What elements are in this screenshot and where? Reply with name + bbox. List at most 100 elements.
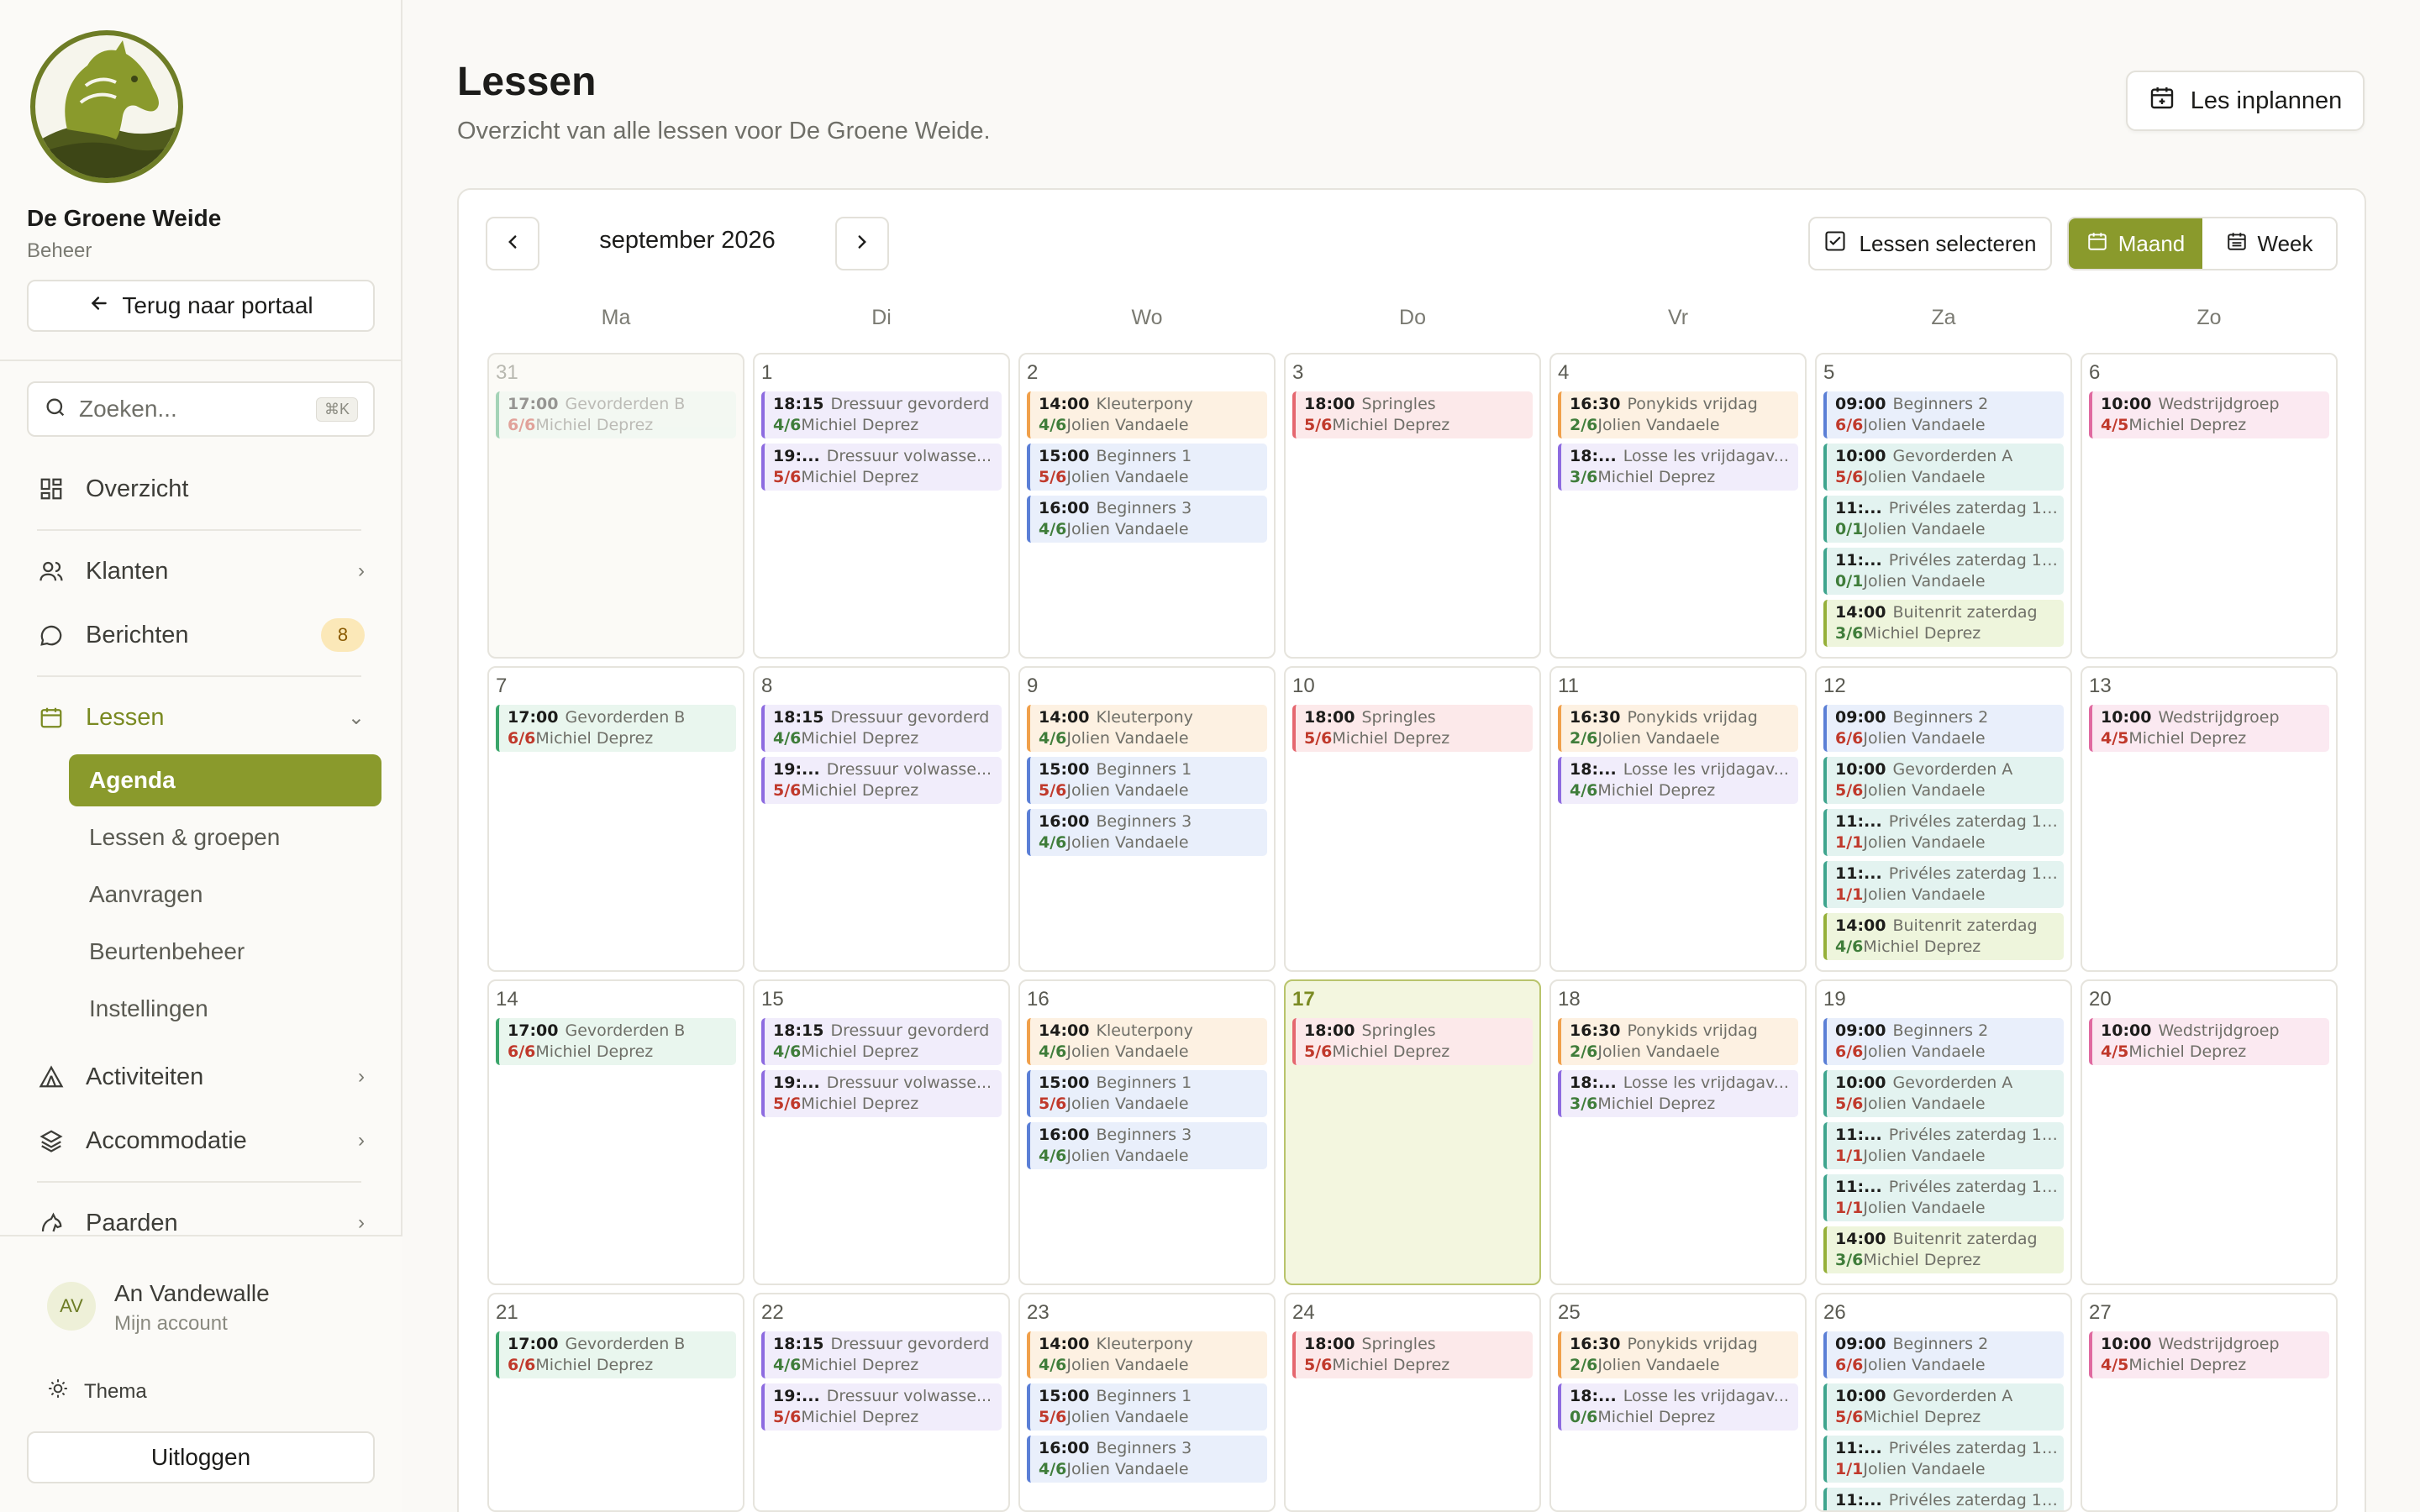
day-cell[interactable]: 25 16:30 Ponykids vrijdag 2/6Jolien Vandael…: [1549, 1293, 1807, 1512]
day-cell[interactable]: 27 10:00 Wedstrijdgroep 4/5Michiel Deprez: [2081, 1293, 2338, 1512]
lesson-event[interactable]: 17:00 Gevorderden B 6/6Michiel Deprez: [496, 705, 736, 752]
lesson-event[interactable]: 16:00 Beginners 3 4/6Jolien Vandaele: [1027, 1122, 1267, 1169]
lesson-event[interactable]: 16:30 Ponykids vrijdag 2/6Jolien Vandaele: [1558, 1018, 1798, 1065]
lesson-event[interactable]: 18:... Losse les vrijdagav... 3/6Michiel D…: [1558, 1070, 1798, 1117]
sub-item-lessen-groepen[interactable]: Lessen & groepen: [69, 811, 381, 864]
day-cell[interactable]: 19 09:00 Beginners 2 6/6Jolien Vandaele 10:0…: [1815, 979, 2072, 1285]
lesson-event[interactable]: 11:... Privéles zaterdag 11... 1/1Jolien V…: [1823, 1174, 2064, 1221]
lesson-event[interactable]: 17:00 Gevorderden B 6/6Michiel Deprez: [496, 391, 736, 438]
lesson-event[interactable]: 14:00 Buitenrit zaterdag 4/6Michiel Deprez: [1823, 913, 2064, 960]
lesson-event[interactable]: 18:... Losse les vrijdagav... 3/6Michiel D…: [1558, 444, 1798, 491]
lesson-event[interactable]: 10:00 Wedstrijdgroep 4/5Michiel Deprez: [2089, 1018, 2329, 1065]
nav-item-activiteiten[interactable]: Activiteiten ›: [37, 1053, 365, 1100]
view-week-button[interactable]: Week: [2202, 218, 2336, 269]
lesson-event[interactable]: 10:00 Wedstrijdgroep 4/5Michiel Deprez: [2089, 1331, 2329, 1378]
lesson-event[interactable]: 09:00 Beginners 2 6/6Jolien Vandaele: [1823, 705, 2064, 752]
day-cell[interactable]: 4 16:30 Ponykids vrijdag 2/6Jolien Vandaele…: [1549, 353, 1807, 659]
day-cell[interactable]: 14 17:00 Gevorderden B 6/6Michiel Deprez: [487, 979, 744, 1285]
day-cell[interactable]: 3 18:00 Springles 5/6Michiel Deprez: [1284, 353, 1541, 659]
lesson-event[interactable]: 18:15 Dressuur gevorderd 4/6Michiel Deprez: [761, 1018, 1002, 1065]
lesson-event[interactable]: 10:00 Gevorderden A 5/6Michiel Deprez: [1823, 1383, 2064, 1431]
lesson-event[interactable]: 16:00 Beginners 3 4/6Jolien Vandaele: [1027, 496, 1267, 543]
lesson-event[interactable]: 11:... Privéles zaterdag 11... 0/1Jolien V…: [1823, 548, 2064, 595]
lesson-event[interactable]: 10:00 Wedstrijdgroep 4/5Michiel Deprez: [2089, 705, 2329, 752]
day-cell[interactable]: 18 16:30 Ponykids vrijdag 2/6Jolien Vandael…: [1549, 979, 1807, 1285]
select-lessons-button[interactable]: Lessen selecteren: [1808, 217, 2052, 270]
lesson-event[interactable]: 18:00 Springles 5/6Michiel Deprez: [1292, 391, 1533, 438]
sub-item-aanvragen[interactable]: Aanvragen: [69, 869, 381, 921]
nav-item-berichten[interactable]: Berichten 8: [37, 612, 365, 659]
day-cell[interactable]: 8 18:15 Dressuur gevorderd 4/6Michiel Depre…: [753, 666, 1010, 972]
nav-item-overzicht[interactable]: Overzicht: [37, 465, 365, 512]
lesson-event[interactable]: 17:00 Gevorderden B 6/6Michiel Deprez: [496, 1018, 736, 1065]
day-cell[interactable]: 20 10:00 Wedstrijdgroep 4/5Michiel Deprez: [2081, 979, 2338, 1285]
lesson-event[interactable]: 16:30 Ponykids vrijdag 2/6Jolien Vandaele: [1558, 1331, 1798, 1378]
user-name[interactable]: An Vandewalle: [114, 1280, 270, 1307]
day-cell[interactable]: 15 18:15 Dressuur gevorderd 4/6Michiel Depr…: [753, 979, 1010, 1285]
lesson-event[interactable]: 09:00 Beginners 2 6/6Jolien Vandaele: [1823, 1018, 2064, 1065]
day-cell[interactable]: 10 18:00 Springles 5/6Michiel Deprez: [1284, 666, 1541, 972]
day-cell[interactable]: 24 18:00 Springles 5/6Michiel Deprez: [1284, 1293, 1541, 1512]
day-cell[interactable]: 9 14:00 Kleuterpony 4/6Jolien Vandaele 15:00…: [1018, 666, 1276, 972]
lesson-event[interactable]: 19:... Dressuur volwasse... 5/6Michiel Dep…: [761, 1383, 1002, 1431]
day-cell[interactable]: 31 17:00 Gevorderden B 6/6Michiel Deprez: [487, 353, 744, 659]
lesson-event[interactable]: 18:00 Springles 5/6Michiel Deprez: [1292, 1331, 1533, 1378]
lesson-event[interactable]: 11:... Privéles zaterdag 11...: [1823, 1488, 2064, 1510]
sub-item-beurtenbeheer[interactable]: Beurtenbeheer: [69, 926, 381, 978]
lesson-event[interactable]: 18:15 Dressuur gevorderd 4/6Michiel Deprez: [761, 705, 1002, 752]
lesson-event[interactable]: 19:... Dressuur volwasse... 5/6Michiel Dep…: [761, 444, 1002, 491]
lesson-event[interactable]: 16:30 Ponykids vrijdag 2/6Jolien Vandaele: [1558, 705, 1798, 752]
lesson-event[interactable]: 10:00 Wedstrijdgroep 4/5Michiel Deprez: [2089, 391, 2329, 438]
lesson-event[interactable]: 15:00 Beginners 1 5/6Jolien Vandaele: [1027, 444, 1267, 491]
day-cell[interactable]: 5 09:00 Beginners 2 6/6Jolien Vandaele 10:00…: [1815, 353, 2072, 659]
logout-button[interactable]: Uitloggen: [27, 1431, 375, 1483]
day-cell[interactable]: 22 18:15 Dressuur gevorderd 4/6Michiel Depr…: [753, 1293, 1010, 1512]
lesson-event[interactable]: 18:00 Springles 5/6Michiel Deprez: [1292, 1018, 1533, 1065]
lesson-event[interactable]: 14:00 Kleuterpony 4/6Jolien Vandaele: [1027, 391, 1267, 438]
view-month-button[interactable]: Maand: [2069, 218, 2202, 269]
back-to-portal-button[interactable]: Terug naar portaal: [27, 280, 375, 332]
avatar[interactable]: AV: [47, 1282, 96, 1331]
lesson-event[interactable]: 18:... Losse les vrijdagav... 0/6Michiel D…: [1558, 1383, 1798, 1431]
lesson-event[interactable]: 15:00 Beginners 1 5/6Jolien Vandaele: [1027, 757, 1267, 804]
lesson-event[interactable]: 09:00 Beginners 2 6/6Jolien Vandaele: [1823, 1331, 2064, 1378]
lesson-event[interactable]: 15:00 Beginners 1 5/6Jolien Vandaele: [1027, 1070, 1267, 1117]
lesson-event[interactable]: 17:00 Gevorderden B 6/6Michiel Deprez: [496, 1331, 736, 1378]
lesson-event[interactable]: 11:... Privéles zaterdag 11... 1/1Jolien V…: [1823, 1122, 2064, 1169]
plan-lesson-button[interactable]: Les inplannen: [2126, 71, 2365, 131]
lesson-event[interactable]: 11:... Privéles zaterdag 11... 1/1Jolien V…: [1823, 809, 2064, 856]
day-cell[interactable]: 12 09:00 Beginners 2 6/6Jolien Vandaele 10:0…: [1815, 666, 2072, 972]
lesson-event[interactable]: 11:... Privéles zaterdag 11... 1/1Jolien V…: [1823, 1436, 2064, 1483]
user-account-link[interactable]: Mijn account: [114, 1312, 228, 1336]
lesson-event[interactable]: 19:... Dressuur volwasse... 5/6Michiel Dep…: [761, 757, 1002, 804]
lesson-event[interactable]: 10:00 Gevorderden A 5/6Jolien Vandaele: [1823, 1070, 2064, 1117]
lesson-event[interactable]: 15:00 Beginners 1 5/6Jolien Vandaele: [1027, 1383, 1267, 1431]
day-cell-today[interactable]: 17 18:00 Springles 5/6Michiel Deprez: [1284, 979, 1541, 1285]
nav-item-accommodatie[interactable]: Accommodatie ›: [37, 1117, 365, 1164]
lesson-event[interactable]: 18:15 Dressuur gevorderd 4/6Michiel Deprez: [761, 391, 1002, 438]
lesson-event[interactable]: 14:00 Buitenrit zaterdag 3/6Michiel Deprez: [1823, 1226, 2064, 1273]
next-month-button[interactable]: [835, 217, 889, 270]
day-cell[interactable]: 23 14:00 Kleuterpony 4/6Jolien Vandaele 15:0…: [1018, 1293, 1276, 1512]
lesson-event[interactable]: 16:00 Beginners 3 4/6Jolien Vandaele: [1027, 809, 1267, 856]
day-cell[interactable]: 16 14:00 Kleuterpony 4/6Jolien Vandaele 15:0…: [1018, 979, 1276, 1285]
nav-item-lessen[interactable]: Lessen ⌄: [37, 694, 365, 741]
search-input[interactable]: Zoeken... ⌘K: [27, 381, 375, 437]
sub-item-agenda[interactable]: Agenda: [69, 754, 381, 806]
lesson-event[interactable]: 14:00 Buitenrit zaterdag 3/6Michiel Deprez: [1823, 600, 2064, 647]
day-cell[interactable]: 7 17:00 Gevorderden B 6/6Michiel Deprez: [487, 666, 744, 972]
previous-month-button[interactable]: [486, 217, 539, 270]
day-cell[interactable]: 1 18:15 Dressuur gevorderd 4/6Michiel Depre…: [753, 353, 1010, 659]
lesson-event[interactable]: 10:00 Gevorderden A 5/6Jolien Vandaele: [1823, 757, 2064, 804]
day-cell[interactable]: 2 14:00 Kleuterpony 4/6Jolien Vandaele 15:00…: [1018, 353, 1276, 659]
nav-item-klanten[interactable]: Klanten ›: [37, 548, 365, 595]
lesson-event[interactable]: 14:00 Kleuterpony 4/6Jolien Vandaele: [1027, 705, 1267, 752]
lesson-event[interactable]: 16:30 Ponykids vrijdag 2/6Jolien Vandaele: [1558, 391, 1798, 438]
lesson-event[interactable]: 18:15 Dressuur gevorderd 4/6Michiel Deprez: [761, 1331, 1002, 1378]
sub-item-instellingen[interactable]: Instellingen: [69, 983, 381, 1035]
day-cell[interactable]: 6 10:00 Wedstrijdgroep 4/5Michiel Deprez: [2081, 353, 2338, 659]
lesson-event[interactable]: 16:00 Beginners 3 4/6Jolien Vandaele: [1027, 1436, 1267, 1483]
lesson-event[interactable]: 14:00 Kleuterpony 4/6Jolien Vandaele: [1027, 1331, 1267, 1378]
lesson-event[interactable]: 18:00 Springles 5/6Michiel Deprez: [1292, 705, 1533, 752]
day-cell[interactable]: 11 16:30 Ponykids vrijdag 2/6Jolien Vandael…: [1549, 666, 1807, 972]
